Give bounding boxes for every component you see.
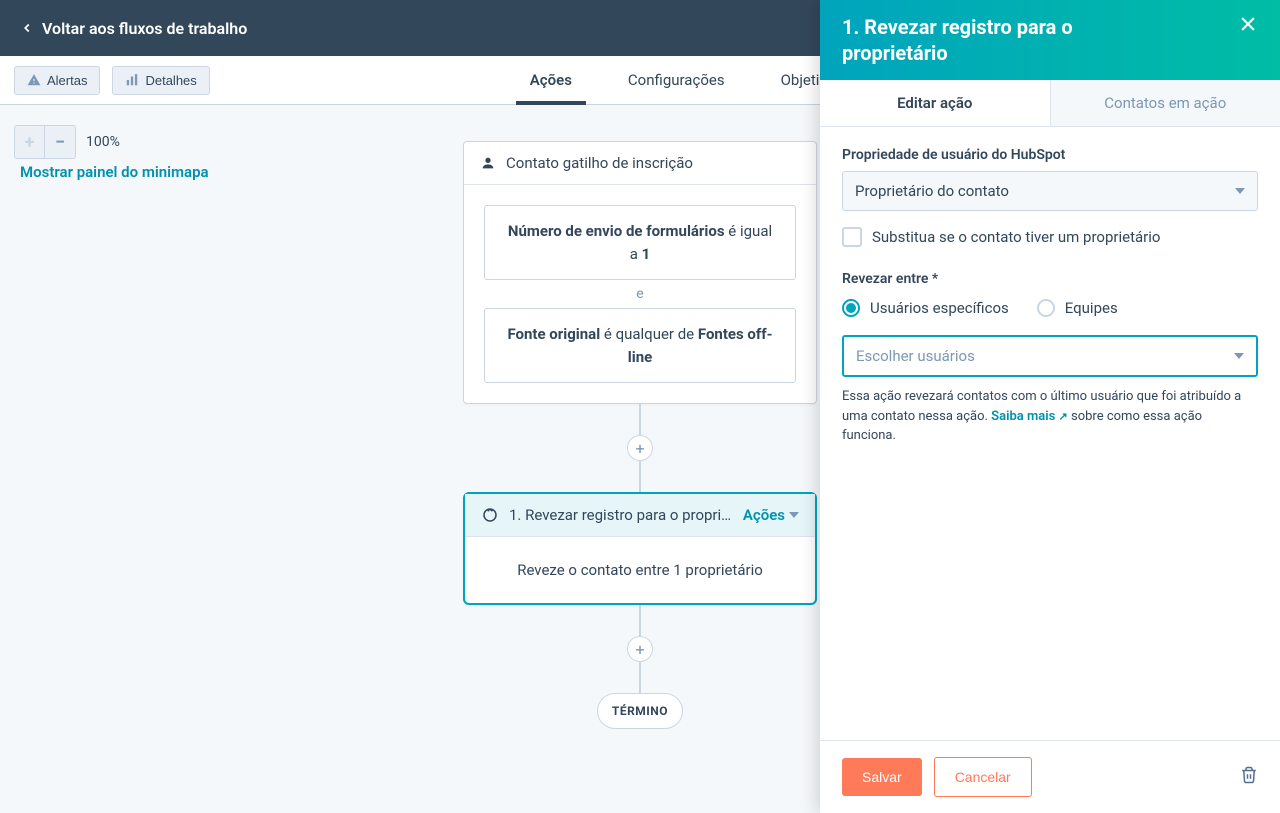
help-text: Essa ação revezará contatos com o último… [842,387,1258,446]
rotate-icon [481,506,499,524]
external-link-icon: ↗ [1059,410,1068,423]
save-button[interactable]: Salvar [842,758,922,796]
warning-icon [27,73,41,87]
back-label: Voltar aos fluxos de trabalho [42,19,247,38]
trigger-title: Contato gatilho de inscrição [506,154,693,172]
overwrite-owner-checkbox[interactable] [842,227,862,247]
details-button[interactable]: Detalhes [112,66,209,95]
connector-line [639,460,641,492]
condition-separator: e [484,280,796,308]
action-dropdown-label: Ações [743,506,785,524]
radio-teams[interactable]: Equipes [1037,299,1118,317]
zoom-in-button[interactable]: + [15,126,45,158]
delete-action-button[interactable] [1240,765,1258,789]
alerts-button[interactable]: Alertas [14,66,100,95]
choose-users-select[interactable]: Escolher usuários [842,335,1258,377]
hubspot-user-property-label: Propriedade de usuário do HubSpot [842,147,1258,163]
close-icon [1238,14,1258,34]
rotate-between-label: Revezar entre * [842,271,1258,287]
connector-line [639,661,641,693]
tab-settings[interactable]: Configurações [628,56,725,104]
zoom-out-button[interactable]: − [45,126,75,158]
radio-specific-users[interactable]: Usuários específicos [842,299,1009,317]
owner-property-select[interactable]: Proprietário do contato [842,171,1258,211]
chevron-down-icon [1234,353,1244,359]
panel-title-number: 1. [842,15,859,39]
action-node-title: 1. Revezar registro para o propriet... [509,506,733,524]
owner-property-value: Proprietário do contato [855,182,1009,200]
close-panel-button[interactable] [1238,14,1258,40]
chevron-left-icon [20,21,34,35]
cond1-val: 1 [642,245,651,263]
overwrite-owner-label: Substitua se o contato tiver um propriet… [872,228,1160,246]
radio-input-users[interactable] [842,299,860,317]
contact-icon [480,155,496,171]
tab-actions[interactable]: Ações [530,56,572,104]
radio-users-label: Usuários específicos [870,299,1009,317]
learn-more-link[interactable]: Saiba mais ↗ [991,409,1071,424]
cond1-prop: Número de envio de formulários [508,222,725,240]
trash-icon [1240,765,1258,785]
panel-tab-contacts[interactable]: Contatos em ação [1051,80,1280,126]
choose-users-placeholder: Escolher usuários [856,347,975,365]
details-label: Detalhes [145,73,196,88]
condition-1[interactable]: Número de envio de formulários é igual a… [484,205,796,280]
chevron-down-icon [789,512,799,518]
panel-title-text: Revezar registro para o proprietário [842,15,1073,65]
chevron-down-icon [1235,188,1245,194]
alerts-label: Alertas [47,73,87,88]
action-side-panel: 1. Revezar registro para o proprietário … [820,0,1280,813]
zoom-percent: 100% [86,134,120,150]
learn-more-label: Saiba mais [991,409,1055,424]
connector-line [639,605,641,637]
action-node-body: Reveze o contato entre 1 proprietário [465,537,815,603]
panel-header: 1. Revezar registro para o proprietário [820,0,1280,80]
radio-teams-label: Equipes [1065,299,1118,317]
condition-2[interactable]: Fonte original é qualquer de Fontes off-… [484,308,796,383]
cond2-mid: é qualquer de [600,325,698,343]
add-action-button[interactable]: + [627,636,653,662]
end-node: TÉRMINO [597,693,683,729]
cond2-prop: Fonte original [507,325,600,343]
show-minimap-link[interactable]: Mostrar painel do minimapa [20,163,209,181]
panel-footer: Salvar Cancelar [820,740,1280,813]
radio-input-teams[interactable] [1037,299,1055,317]
add-action-button[interactable]: + [627,435,653,461]
action-dropdown[interactable]: Ações [743,506,799,524]
bar-chart-icon [125,73,139,87]
enrollment-trigger-node[interactable]: Contato gatilho de inscrição Número de e… [463,141,817,404]
connector-line [639,404,641,436]
cancel-button[interactable]: Cancelar [934,757,1032,797]
panel-tab-edit[interactable]: Editar ação [820,80,1051,126]
back-to-workflows-link[interactable]: Voltar aos fluxos de trabalho [20,19,247,38]
rotate-owner-action-node[interactable]: 1. Revezar registro para o propriet... A… [463,492,817,605]
